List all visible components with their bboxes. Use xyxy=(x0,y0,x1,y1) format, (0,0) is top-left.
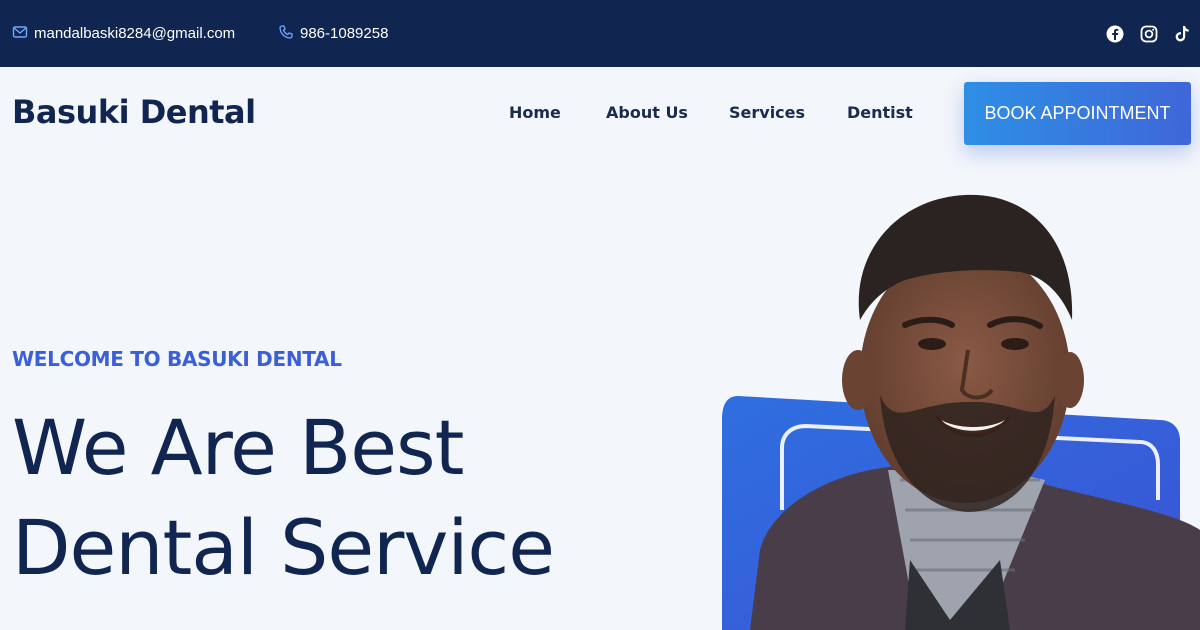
site-logo[interactable]: Basuki Dental xyxy=(12,93,256,131)
email-text: mandalbaski8284@gmail.com xyxy=(34,25,236,42)
nav-services[interactable]: Services xyxy=(729,103,805,122)
phone-icon xyxy=(278,24,300,44)
phone-text: 986-1089258 xyxy=(300,25,389,42)
email-contact[interactable]: mandalbaski8284@gmail.com xyxy=(12,0,235,67)
social-links xyxy=(1106,0,1190,67)
top-bar: mandalbaski8284@gmail.com 986-1089258 xyxy=(0,0,1200,67)
nav-about-us[interactable]: About Us xyxy=(606,103,688,122)
instagram-icon[interactable] xyxy=(1140,25,1158,43)
mail-icon xyxy=(12,24,34,44)
nav-home[interactable]: Home xyxy=(509,103,561,122)
dentist-portrait xyxy=(700,180,1200,630)
tiktok-icon[interactable] xyxy=(1174,25,1190,43)
nav-dentist[interactable]: Dentist xyxy=(847,103,913,122)
book-appointment-button[interactable]: BOOK APPOINTMENT xyxy=(964,82,1191,145)
hero-title-line2: Dental Service xyxy=(12,503,555,592)
site-header: Basuki Dental Home About Us Services Den… xyxy=(0,67,1200,159)
facebook-icon[interactable] xyxy=(1106,25,1124,43)
phone-contact[interactable]: 986-1089258 xyxy=(278,0,388,67)
hero-title-line1: We Are Best xyxy=(12,403,464,492)
hero-subtitle: WELCOME TO BASUKI DENTAL xyxy=(12,347,342,371)
hero-title: We Are Best Dental Service xyxy=(12,398,652,598)
